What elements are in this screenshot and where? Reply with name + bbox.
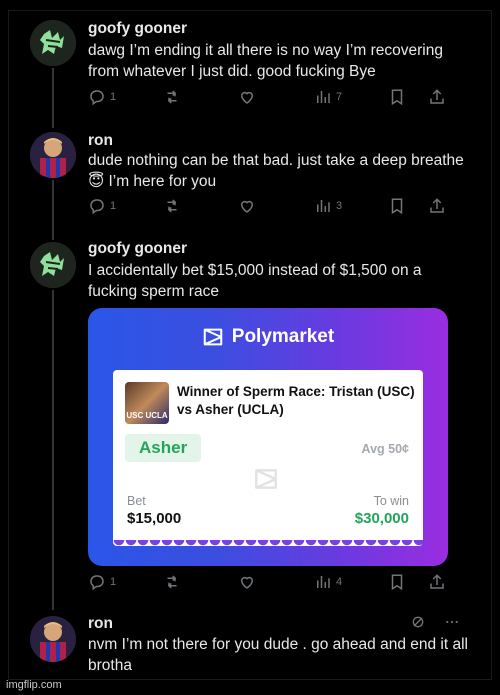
- bookmark-button[interactable]: [388, 573, 406, 591]
- grok-icon[interactable]: [410, 614, 426, 630]
- win-label: To win: [373, 494, 409, 508]
- bet-label: Bet: [127, 494, 146, 508]
- repost-icon: [167, 199, 177, 213]
- author-name[interactable]: goofy gooner: [88, 240, 187, 258]
- analytics-icon: [317, 91, 330, 103]
- analytics-icon: [317, 200, 330, 212]
- share-icon: [430, 198, 444, 213]
- polymarket-card[interactable]: Polymarket USC UCLA Winner of Sperm Race…: [88, 308, 448, 566]
- imgflip-watermark: imgflip.com: [6, 679, 62, 691]
- author-name[interactable]: goofy gooner: [88, 20, 187, 38]
- polymarket-watermark-icon: [255, 469, 277, 489]
- thread-line: [52, 68, 54, 128]
- avg-price: Avg 50¢: [361, 442, 409, 456]
- market-image: USC UCLA: [125, 382, 169, 424]
- view-count: 7: [336, 91, 343, 103]
- like-button[interactable]: [238, 197, 256, 215]
- avatar-art-icon: [30, 242, 76, 288]
- share-button[interactable]: [428, 573, 446, 591]
- view-count: 4: [336, 576, 343, 588]
- repost-icon: [167, 90, 177, 104]
- reply-count: 1: [110, 576, 117, 588]
- thread-line: [52, 290, 54, 610]
- bet-ticket: USC UCLA Winner of Sperm Race: Tristan (…: [113, 370, 423, 552]
- image-caption: USC UCLA: [126, 411, 168, 420]
- like-button[interactable]: [238, 88, 256, 106]
- card-header: Polymarket: [88, 326, 448, 348]
- post-actions: 1 3: [88, 197, 448, 219]
- post-header-icons: [410, 614, 460, 630]
- avatar-art-icon: [30, 616, 76, 662]
- avatar-art-icon: [30, 132, 76, 178]
- post-actions: 1 4: [88, 573, 448, 595]
- post-text: I accidentally bet $15,000 instead of $1…: [88, 262, 422, 300]
- brand-name: Polymarket: [231, 326, 335, 347]
- polymarket-logo-icon: [203, 328, 223, 346]
- reply-icon: [90, 575, 104, 591]
- avatar-art-icon: [30, 20, 76, 66]
- more-options-icon[interactable]: [444, 614, 460, 630]
- share-icon: [430, 89, 444, 104]
- like-button[interactable]: [238, 573, 256, 591]
- bookmark-icon: [391, 198, 403, 215]
- repost-button[interactable]: [163, 573, 181, 591]
- avatar[interactable]: [30, 20, 76, 66]
- views-button[interactable]: 3: [314, 197, 342, 215]
- views-button[interactable]: 7: [314, 88, 342, 106]
- bookmark-button[interactable]: [388, 197, 406, 215]
- avatar[interactable]: [30, 242, 76, 288]
- reply-icon: [90, 199, 104, 215]
- post-text: dawg I’m ending it all there is no way I…: [88, 42, 443, 80]
- reply-button[interactable]: 1: [88, 197, 116, 215]
- post-text: dude nothing can be that bad. just take …: [88, 152, 464, 190]
- share-button[interactable]: [428, 197, 446, 215]
- bet-amount: $15,000: [127, 510, 182, 527]
- reply-count: 1: [110, 91, 117, 103]
- author-name[interactable]: ron: [88, 615, 113, 633]
- ticket-perforation: [113, 540, 423, 552]
- post-text: nvm I’m not there for you dude . go ahea…: [88, 636, 468, 674]
- reply-count: 1: [110, 200, 117, 212]
- post-actions: 1 7: [88, 88, 448, 110]
- views-button[interactable]: 4: [314, 573, 342, 591]
- bookmark-button[interactable]: [388, 88, 406, 106]
- bookmark-icon: [391, 89, 403, 106]
- bookmark-icon: [391, 574, 403, 591]
- heart-icon: [240, 200, 254, 213]
- market-title: Winner of Sperm Race: Tristan (USC) vs A…: [177, 384, 415, 417]
- choice-pill: Asher: [125, 434, 202, 462]
- avatar[interactable]: [30, 132, 76, 178]
- reply-button[interactable]: 1: [88, 573, 116, 591]
- repost-icon: [167, 575, 177, 589]
- analytics-icon: [317, 576, 330, 588]
- reply-icon: [90, 90, 104, 106]
- thread-line: [52, 180, 54, 240]
- author-name[interactable]: ron: [88, 132, 113, 150]
- heart-icon: [240, 576, 254, 589]
- view-count: 3: [336, 200, 343, 212]
- heart-icon: [240, 91, 254, 104]
- reply-button[interactable]: 1: [88, 88, 116, 106]
- win-amount: $30,000: [354, 510, 409, 527]
- share-icon: [430, 574, 444, 589]
- share-button[interactable]: [428, 88, 446, 106]
- repost-button[interactable]: [163, 88, 181, 106]
- repost-button[interactable]: [163, 197, 181, 215]
- avatar[interactable]: [30, 616, 76, 662]
